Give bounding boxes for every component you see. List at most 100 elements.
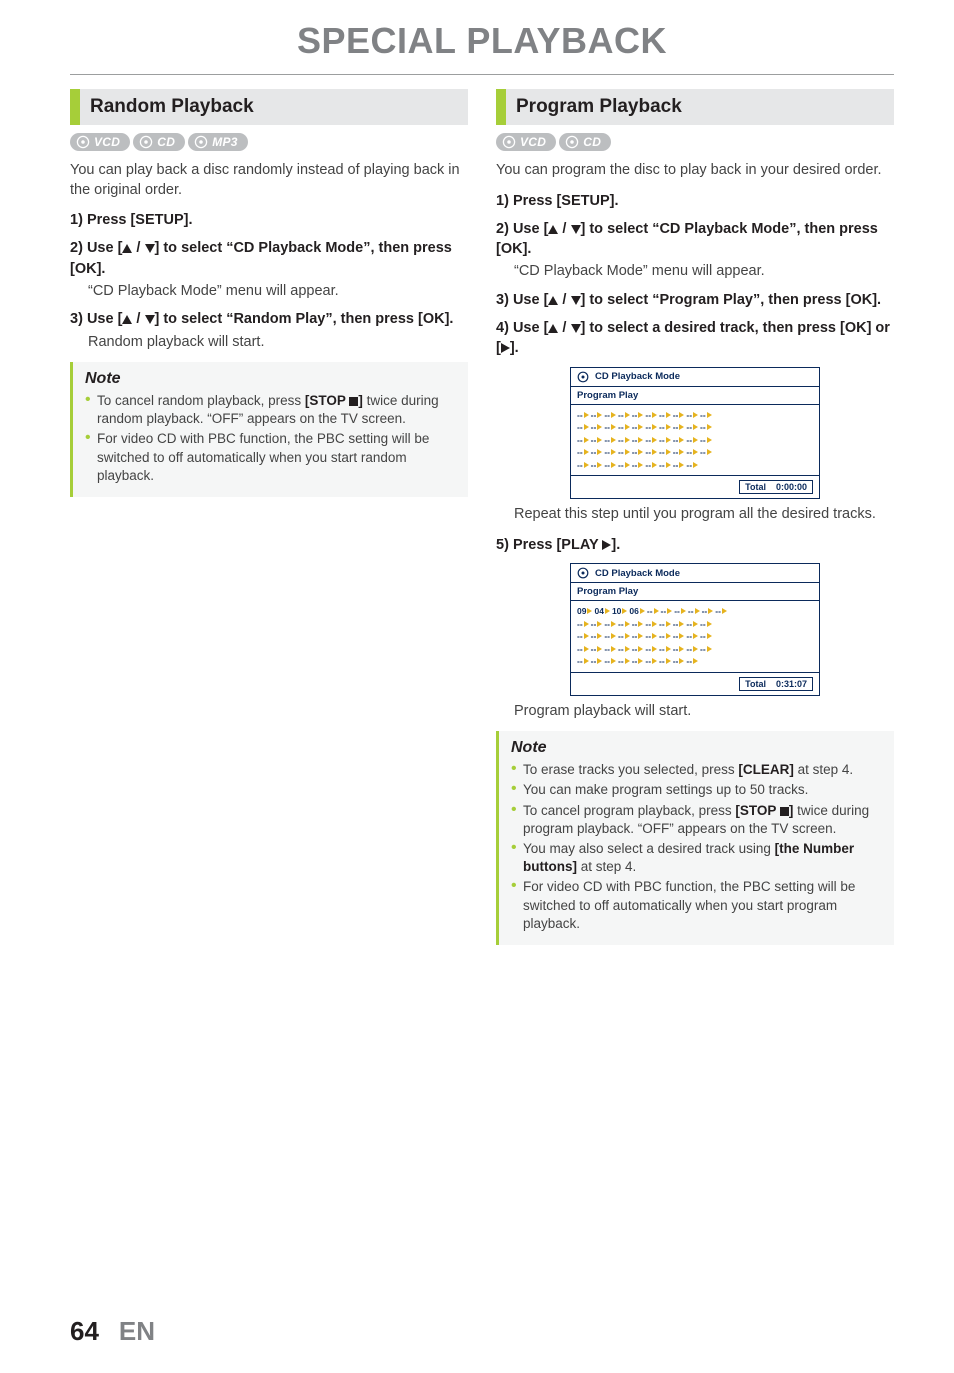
osd-cell: -- [686, 657, 698, 666]
step5-after: Program playback will start. [514, 702, 894, 722]
osd-cell: -- [659, 461, 671, 470]
bold-frag: [STOP ] [735, 803, 793, 818]
up-arrow-icon [548, 296, 558, 305]
disc-icon [194, 135, 208, 149]
osd-cell: -- [645, 632, 657, 641]
left-step-1: 1) Press [SETUP]. [70, 210, 468, 230]
disc-icon [76, 135, 90, 149]
note-title: Note [85, 370, 456, 388]
osd-cell: -- [673, 620, 685, 629]
note-item: To erase tracks you selected, press [CLE… [511, 761, 882, 779]
left-note-box: Note To cancel random playback, press [S… [70, 362, 468, 497]
osd-cell: -- [591, 620, 603, 629]
osd-total: Total 0:00:00 [739, 480, 813, 494]
osd-cell: -- [577, 645, 589, 654]
osd-row: -------------------- [577, 448, 813, 457]
osd-total: Total 0:31:07 [739, 677, 813, 691]
osd-cell: -- [659, 620, 671, 629]
down-arrow-icon [145, 315, 155, 324]
osd-cell: -- [618, 448, 630, 457]
osd-cell: -- [618, 645, 630, 654]
osd-cell: 10 [612, 607, 627, 616]
osd-cell: -- [659, 657, 671, 666]
osd-cell: -- [673, 423, 685, 432]
osd-cell: -- [618, 657, 630, 666]
osd-figure-programmed: CD Playback Mode Program Play 09041006--… [496, 563, 894, 696]
play-arrow-icon [501, 343, 510, 353]
osd-row: -------------------- [577, 620, 813, 629]
osd-cell: -- [604, 423, 616, 432]
down-arrow-icon [571, 296, 581, 305]
osd-cell: -- [645, 411, 657, 420]
text-frag: Use [ [87, 240, 122, 256]
text-frag: / [558, 221, 570, 237]
osd-cell: -- [632, 436, 644, 445]
osd-cell: 06 [629, 607, 644, 616]
osd-cell: -- [686, 448, 698, 457]
osd-cell: -- [604, 448, 616, 457]
stop-icon [780, 807, 789, 816]
osd-cell: -- [700, 632, 712, 641]
osd-cell: -- [604, 620, 616, 629]
note-item: You may also select a desired track usin… [511, 840, 882, 876]
osd-cell: -- [591, 632, 603, 641]
osd-cell: -- [618, 461, 630, 470]
osd-cell: -- [577, 620, 589, 629]
text-frag: To erase tracks you selected, press [523, 762, 738, 777]
osd-cell: -- [700, 448, 712, 457]
osd-cell: -- [673, 632, 685, 641]
text-frag: You may also select a desired track usin… [523, 841, 775, 856]
osd-cell: -- [700, 645, 712, 654]
osd-cell: -- [632, 448, 644, 457]
up-arrow-icon [122, 244, 132, 253]
osd-cell: -- [604, 436, 616, 445]
step-text: Use [ / ] to select “CD Playback Mode”, … [70, 240, 452, 276]
osd-cell: -- [604, 645, 616, 654]
program-playback-heading: Program Playback [496, 89, 894, 125]
osd-row: -------------------- [577, 645, 813, 654]
note-item: For video CD with PBC function, the PBC … [85, 430, 456, 485]
bold-frag: [CLEAR] [738, 762, 794, 777]
osd-subtitle: Program Play [571, 583, 819, 601]
total-time: 0:00:00 [776, 482, 807, 492]
osd-cell: -- [700, 423, 712, 432]
osd-cell: -- [673, 448, 685, 457]
left-intro: You can play back a disc randomly instea… [70, 161, 468, 200]
osd-cell: -- [577, 657, 589, 666]
osd-cell: -- [591, 657, 603, 666]
right-note-box: Note To erase tracks you selected, press… [496, 731, 894, 945]
step-number: 2) [496, 221, 509, 237]
osd-row: ------------------ [577, 657, 813, 666]
step-text: Press [SETUP]. [513, 193, 619, 209]
osd-cell: -- [632, 632, 644, 641]
text-frag: / [132, 240, 144, 256]
osd-cell: -- [673, 461, 685, 470]
osd-cell: -- [577, 423, 589, 432]
osd-cell: -- [686, 645, 698, 654]
osd-row: 09041006------------ [577, 607, 813, 616]
osd-cell: -- [688, 607, 700, 616]
disc-icon [577, 567, 589, 579]
osd-cell: -- [604, 411, 616, 420]
down-arrow-icon [145, 244, 155, 253]
page-footer: 64 EN [70, 1316, 155, 1347]
osd-cell: -- [604, 657, 616, 666]
osd-row: -------------------- [577, 436, 813, 445]
badge-cd: CD [133, 133, 185, 151]
badge-cd: CD [559, 133, 611, 151]
osd-cell: -- [700, 436, 712, 445]
osd-cell: -- [632, 461, 644, 470]
bold-frag: [STOP ] [305, 393, 363, 408]
osd-row: -------------------- [577, 632, 813, 641]
badge-label: VCD [94, 135, 120, 149]
osd-cell: -- [577, 448, 589, 457]
step-text: Use [ / ] to select a desired track, the… [496, 320, 890, 356]
step-number: 4) [496, 320, 509, 336]
osd-header: CD Playback Mode [571, 564, 819, 583]
osd-cell: -- [673, 436, 685, 445]
right-intro: You can program the disc to play back in… [496, 161, 894, 181]
osd-header: CD Playback Mode [571, 368, 819, 387]
badge-label: MP3 [212, 135, 238, 149]
osd-cell: -- [686, 423, 698, 432]
disc-icon [577, 371, 589, 383]
